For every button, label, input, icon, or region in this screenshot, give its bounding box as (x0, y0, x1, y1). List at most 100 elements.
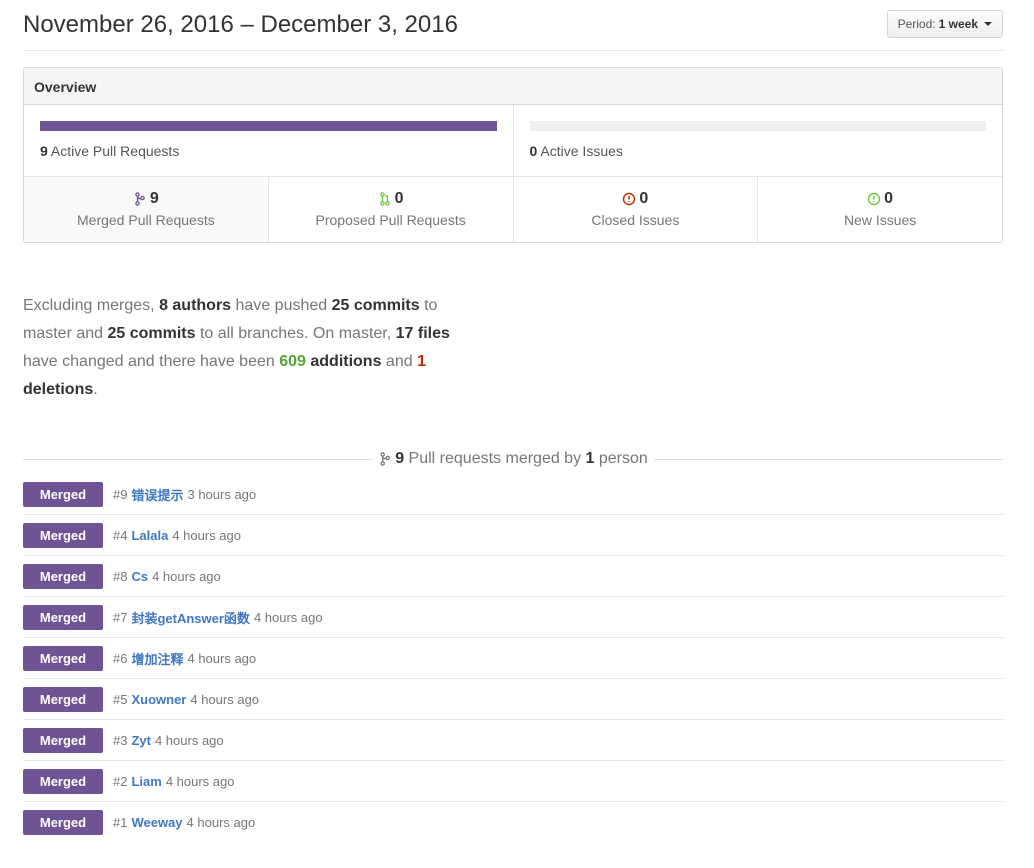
list-item: Merged #1 Weeway 4 hours ago (23, 802, 1003, 843)
pull-request-number: #3 (113, 732, 128, 748)
closed-issues-stat[interactable]: 0 Closed Issues (512, 177, 758, 242)
git-merge-icon (133, 192, 147, 206)
period-value: 1 week (938, 17, 978, 31)
pull-request-title-link[interactable]: 封装getAnswer函数 (131, 608, 249, 627)
issue-closed-icon (622, 192, 636, 206)
summary-text: have changed and there have been (23, 353, 280, 370)
pull-request-number: #4 (113, 527, 128, 543)
overview-panel: Overview 9 Active Pull Requests 0 Active… (23, 67, 1003, 243)
pull-request-number: #9 (113, 486, 128, 502)
merged-badge: Merged (23, 645, 103, 671)
pull-request-title-link[interactable]: Lalala (131, 528, 168, 543)
pull-request-title-link[interactable]: Weeway (131, 815, 182, 830)
active-pull-requests-count: 9 (40, 143, 48, 159)
closed-issues-label: Closed Issues (591, 212, 680, 228)
pull-request-title-link[interactable]: 增加注释 (131, 649, 183, 668)
pull-request-title-link[interactable]: Liam (131, 774, 161, 789)
pull-request-time: 4 hours ago (154, 732, 224, 748)
merged-badge: Merged (23, 481, 103, 507)
pull-request-number: #6 (113, 650, 128, 666)
pull-request-list: Merged #9 错误提示 3 hours ago Merged #4 Lalala 4 h… (23, 474, 1003, 843)
merged-pull-requests-stat[interactable]: 9 Merged Pull Requests (24, 177, 268, 242)
summary-text: . (93, 381, 98, 398)
list-item: Merged #9 错误提示 3 hours ago (23, 474, 1003, 515)
merged-pull-requests-count: 9 (149, 190, 159, 207)
pull-request-title-link[interactable]: Xuowner (131, 692, 186, 707)
heading-text: person (594, 450, 648, 467)
pull-request-title-link[interactable]: Zyt (131, 733, 151, 748)
commit-summary: Excluding merges, 8 authors have pushed … (23, 292, 453, 404)
active-pull-requests-summary[interactable]: 9 Active Pull Requests (24, 105, 513, 176)
merged-badge: Merged (23, 768, 103, 794)
pull-request-time: 4 hours ago (152, 568, 221, 584)
deletions-label: deletions (23, 381, 94, 398)
pull-request-number: #8 (113, 568, 128, 584)
summary-text: and (381, 353, 418, 370)
list-item: Merged #6 增加注释 4 hours ago (23, 638, 1003, 679)
active-issues-count: 0 (529, 143, 538, 159)
merged-pull-requests-label: Merged Pull Requests (77, 212, 215, 228)
proposed-pull-requests-count: 0 (394, 190, 404, 207)
merged-badge: Merged (23, 563, 103, 589)
issues-bar (529, 121, 986, 131)
closed-issues-count: 0 (639, 190, 649, 207)
pull-request-time: 3 hours ago (187, 486, 257, 502)
active-issues-label: Active Issues (540, 143, 623, 159)
master-commits-count: 25 commits (331, 297, 420, 314)
additions-count: 609 (279, 353, 306, 370)
active-pull-requests-label: Active Pull Requests (50, 143, 180, 159)
list-item: Merged #7 封装getAnswer函数 4 hours ago (23, 597, 1003, 638)
list-item: Merged #4 Lalala 4 hours ago (23, 515, 1003, 556)
merged-badge: Merged (23, 686, 103, 712)
issue-opened-icon (867, 192, 881, 206)
pull-requests-bar (40, 121, 497, 131)
pull-request-number: #1 (113, 815, 128, 830)
git-pull-request-icon (378, 192, 392, 206)
proposed-pull-requests-label: Proposed Pull Requests (315, 212, 466, 228)
caret-down-icon (984, 22, 992, 26)
overview-title: Overview (24, 68, 1002, 105)
all-branches-commits-count: 25 commits (107, 325, 196, 342)
files-changed-count: 17 files (395, 325, 450, 342)
merged-badge: Merged (23, 522, 103, 548)
pull-request-time: 4 hours ago (165, 773, 235, 789)
new-issues-stat[interactable]: 0 New Issues (757, 177, 1002, 242)
heading-text: Pull requests merged by (404, 450, 586, 467)
pull-request-time: 4 hours ago (253, 609, 323, 625)
active-issues-summary[interactable]: 0 Active Issues (512, 105, 1003, 176)
period-dropdown-button[interactable]: Period: 1 week (886, 10, 1003, 38)
merged-badge: Merged (23, 727, 103, 753)
pull-request-number: #7 (113, 609, 128, 625)
merged-badge: Merged (23, 604, 103, 630)
list-item: Merged #3 Zyt 4 hours ago (23, 720, 1003, 761)
pull-request-time: 4 hours ago (187, 650, 257, 666)
merged-badge: Merged (23, 810, 103, 835)
summary-text: have pushed (231, 297, 332, 314)
pull-request-title-link[interactable]: Cs (131, 569, 148, 584)
period-label: Period: (897, 17, 936, 31)
authors-count: 8 authors (159, 297, 232, 314)
pull-request-time: 4 hours ago (186, 815, 256, 830)
merged-pull-requests-heading: 9 Pull requests merged by 1 person (23, 450, 1003, 472)
deletions-count: 1 (417, 353, 426, 370)
pull-request-time: 4 hours ago (190, 691, 260, 707)
pull-requests-bar-fill (40, 121, 497, 131)
additions-label: additions (305, 353, 382, 370)
pull-request-time: 4 hours ago (172, 527, 241, 543)
list-item: Merged #8 Cs 4 hours ago (23, 556, 1003, 597)
new-issues-label: New Issues (843, 212, 917, 228)
pull-request-number: #2 (113, 773, 128, 789)
git-merge-icon (378, 452, 392, 466)
merged-count: 9 (395, 450, 405, 467)
date-range-title: November 26, 2016 – December 3, 2016 (23, 11, 458, 38)
page-header: November 26, 2016 – December 3, 2016 Per… (23, 0, 1003, 51)
new-issues-count: 0 (884, 190, 894, 207)
people-count: 1 (585, 450, 595, 467)
pull-request-number: #5 (113, 691, 128, 707)
list-item: Merged #5 Xuowner 4 hours ago (23, 679, 1003, 720)
proposed-pull-requests-stat[interactable]: 0 Proposed Pull Requests (267, 177, 513, 242)
list-item: Merged #2 Liam 4 hours ago (23, 761, 1003, 802)
pull-request-title-link[interactable]: 错误提示 (131, 485, 183, 504)
summary-text: to all branches. On master, (195, 325, 396, 342)
summary-text: Excluding merges, (23, 297, 160, 314)
